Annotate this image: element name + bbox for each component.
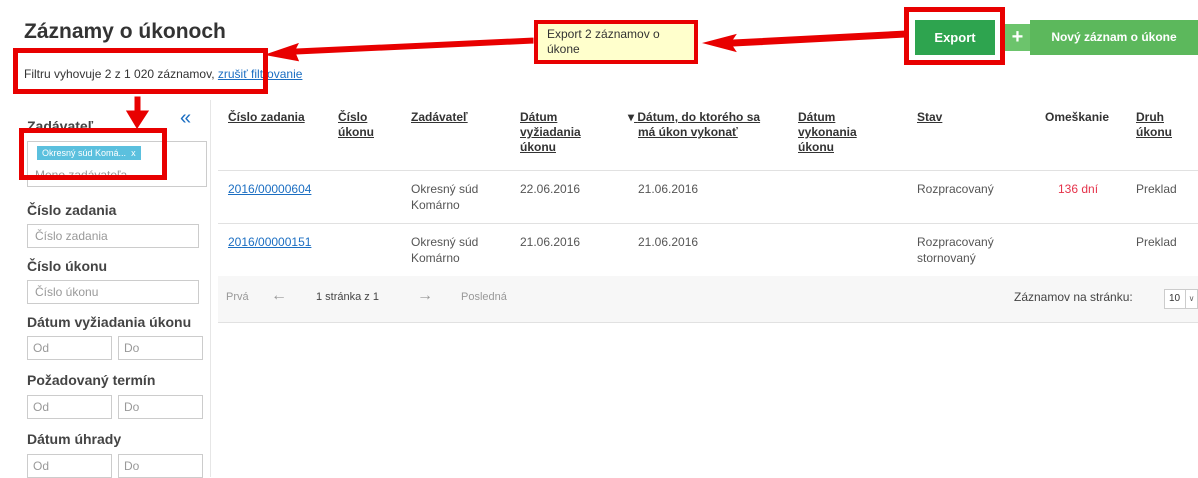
arrow-to-filter-tag (124, 95, 151, 131)
export-highlight (904, 7, 1005, 65)
filter-tag-highlight (19, 128, 167, 180)
arrow-to-export (698, 29, 907, 54)
filter-info-highlight (13, 48, 268, 94)
export-callout: Export 2 záznamov o úkone (534, 20, 698, 64)
arrow-to-filter-info (260, 36, 535, 63)
